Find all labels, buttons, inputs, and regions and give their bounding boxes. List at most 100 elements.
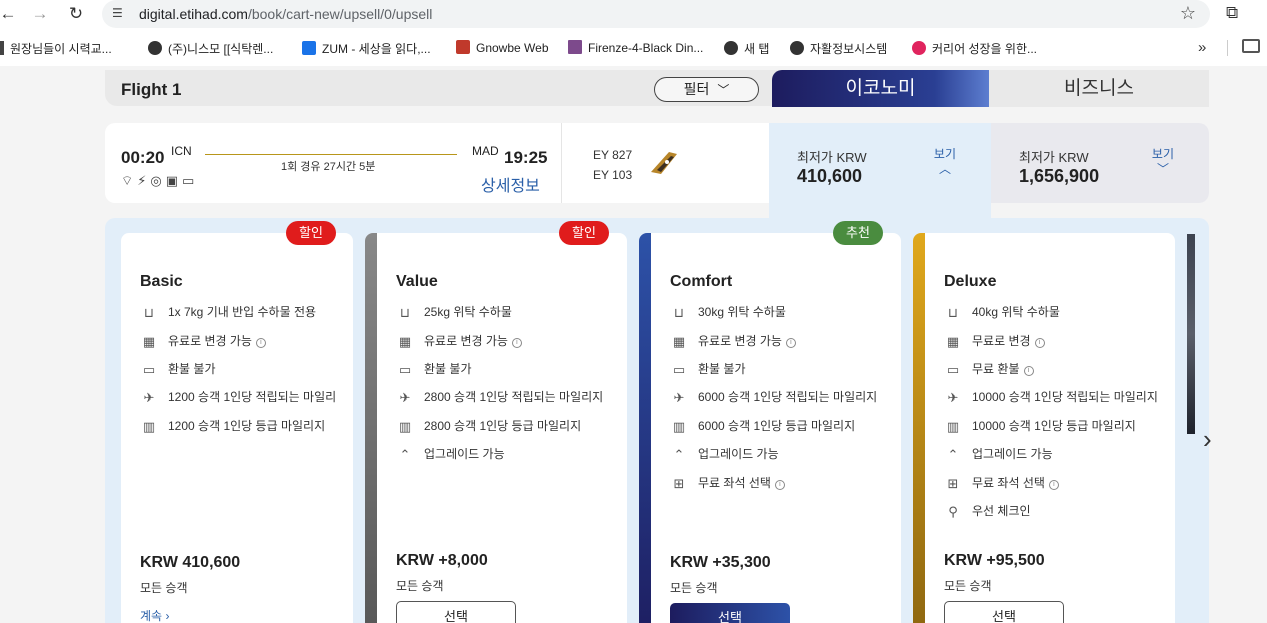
feature-text: 1x 7kg 기내 반입 수하물 전용 [168,305,317,319]
next-card-peek [1187,234,1195,434]
arrival-airport: MAD [472,144,499,158]
feature-text: 무료 좌석 선택 [698,476,771,490]
calendar-icon: ▦ [142,334,156,349]
feature-text: 우선 체크인 [972,504,1031,518]
feature-item: ⚲ 우선 체크인 [944,502,1031,519]
chevron-up-icon: ︿ [938,162,951,176]
view-label: 보기 [933,147,956,161]
chevron-right-icon[interactable]: › [1203,424,1212,455]
baggage-icon: ⊔ [673,305,685,320]
flight-summary-card: 00:20 ICN 1회 경유 27시간 5분 MAD 19:25 ⌔⚡◎▣▭ … [105,123,1209,203]
feature-item: ✈ 1200 승객 1인당 적립되는 마일리 [140,388,337,405]
feature-item: ⊞ 무료 좌석 선택 i [670,474,785,491]
feature-item: ⊔ 1x 7kg 기내 반입 수하물 전용 [140,303,316,320]
economy-connector [769,203,991,219]
select-button[interactable]: 선택 [670,603,790,623]
filter-button[interactable]: 필터 ﹀ [654,77,759,102]
feature-text: 유료로 변경 가능 [168,334,252,348]
fare-card-deluxe[interactable]: Deluxe ⊔ 40kg 위탁 수하물 ▦ 무료로 변경 i ▭ 무료 환불 i ✈ 10… [913,233,1175,623]
back-icon[interactable]: ← [0,2,20,26]
reload-icon[interactable]: ↻ [64,2,88,26]
seat-icon: ⊞ [947,476,959,491]
address-bar[interactable]: ☰ digital.etihad.com/book/cart-new/upsel… [102,0,1210,28]
fare-label: 최저가 KRW [1019,150,1089,165]
view-button[interactable]: 보기 ︿ [934,145,956,177]
select-button[interactable]: 선택 [396,601,516,623]
url-path: /book/cart-new/upsell/0/upsell [247,6,433,22]
folder-icon[interactable] [1242,39,1260,53]
bookmark-item[interactable]: 자활정보시스템 [790,40,887,57]
fare-card-basic[interactable]: Basic ⊔ 1x 7kg 기내 반입 수하물 전용 ▦ 유료로 변경 가능 i ▭… [121,233,353,623]
tab-economy[interactable]: 이코노미 [772,70,989,107]
plane-miles-icon: ✈ [947,390,959,405]
feature-item: ⌃ 업그레이드 가능 [396,445,505,462]
feature-item: ⊔ 30kg 위탁 수하물 [670,303,786,320]
flight-title: Flight 1 [121,80,182,99]
fare-card-comfort[interactable]: Comfort ⊔ 30kg 위탁 수하물 ▦ 유료로 변경 가능 i ▭ 환불 불가 … [639,233,901,623]
calendar-icon: ▦ [946,334,960,349]
bookmark-item[interactable]: 원장님들이 시력교... [0,40,112,57]
info-icon[interactable]: i [785,338,796,348]
feature-item: ▦ 유료로 변경 가능 i [396,332,522,349]
recommended-badge: 추천 [833,221,883,245]
feature-item: ▦ 무료로 변경 i [944,332,1045,349]
fare-price: KRW +35,300 [670,554,771,571]
bookmark-item[interactable]: ZUM - 세상을 읽다,... [302,40,431,57]
arrival-time: 19:25 [504,148,548,167]
fare-subtext: 모든 승객 [140,581,188,595]
feature-text: 환불 불가 [168,362,216,376]
bookmark-item[interactable]: 커리어 성장을 위한... [912,40,1037,57]
feature-text: 1200 승객 1인당 등급 마일리지 [168,419,326,433]
bookmark-label: 자활정보시스템 [810,42,888,56]
tier-miles-icon: ▥ [398,419,412,434]
stops-duration: 1회 경유 27시간 5분 [281,161,376,173]
feature-text: 2800 승객 1인당 적립되는 마일리지 [424,390,604,404]
info-icon[interactable]: i [255,338,266,348]
flight-numbers: EY 827 EY 103 [593,145,632,185]
fare-card-value[interactable]: Value ⊔ 25kg 위탁 수하물 ▦ 유료로 변경 가능 i ▭ 환불 불가 ✈ 2… [365,233,627,623]
economy-fare[interactable]: 최저가 KRW 410,600 보기 ︿ [769,123,991,203]
bookmark-label: Firenze-4-Black Din... [588,41,704,55]
fare-price: KRW 410,600 [140,554,241,571]
feature-item: ▥ 10000 승객 1인당 등급 마일리지 [944,417,1136,434]
browser-toolbar: ← → ↻ ☰ digital.etihad.com/book/cart-new… [0,0,1267,30]
feature-item: ⌃ 업그레이드 가능 [670,445,779,462]
plane-miles-icon: ✈ [673,390,685,405]
info-icon[interactable]: i [511,338,522,348]
select-button[interactable]: 선택 [944,601,1064,623]
tier-miles-icon: ▥ [142,419,156,434]
view-button[interactable]: 보기 ﹀ [1152,145,1174,177]
tier-miles-icon: ▥ [672,419,686,434]
info-icon[interactable]: i [1034,338,1045,348]
feature-item: ⊞ 무료 좌석 선택 i [944,474,1059,491]
usb-icon: ⚡ [137,173,151,188]
chevron-down-icon: ﹀ [717,83,730,97]
fare-price: 1,656,900 [1019,166,1100,186]
forward-icon[interactable]: → [28,2,52,26]
bookmark-item[interactable]: (주)니스모 [[식탁렌... [148,40,273,57]
bookmark-item[interactable]: 새 탭 [724,40,769,57]
site-info-icon[interactable]: ☰ [112,6,128,22]
flight-number: EY 103 [593,168,633,182]
info-icon[interactable]: i [774,480,785,490]
details-link[interactable]: 상세정보 [481,172,540,196]
tab-business[interactable]: 비즈니스 [989,70,1209,107]
bookmark-star-icon[interactable]: ☆ [1180,3,1196,24]
more-bookmarks-icon[interactable]: » [1198,39,1206,56]
fare-price: 410,600 [797,166,863,186]
info-icon[interactable]: i [1023,366,1034,376]
bookmarks-bar: 원장님들이 시력교... (주)니스모 [[식탁렌... ZUM - 세상을 읽… [0,36,1267,62]
bookmark-item[interactable]: Gnowbe Web [456,40,549,55]
business-fare[interactable]: 최저가 KRW 1,656,900 보기 ﹀ [991,123,1209,203]
feature-item: ▭ 환불 불가 [396,360,472,377]
baggage-icon: ⊔ [947,305,959,320]
extensions-icon[interactable]: ⧉ [1226,3,1238,23]
upgrade-icon: ⌃ [399,447,411,462]
continue-link[interactable]: 계속 › [140,607,169,623]
info-icon[interactable]: i [1048,480,1059,490]
feature-text: 30kg 위탁 수하물 [698,305,786,319]
refund-icon: ▭ [946,362,960,377]
feature-item: ⊔ 40kg 위탁 수하물 [944,303,1060,320]
bookmark-item[interactable]: Firenze-4-Black Din... [568,40,703,55]
refund-icon: ▭ [672,362,686,377]
